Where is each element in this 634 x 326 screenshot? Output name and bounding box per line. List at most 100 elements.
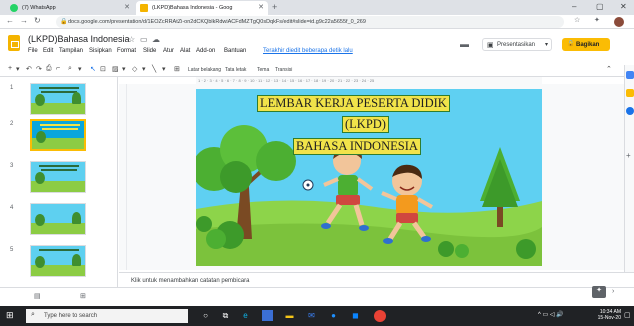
taskbar-clock[interactable]: 10:34 AM 15-Nov-20: [583, 309, 621, 321]
taskbar-search-input[interactable]: ⌕ Type here to search: [26, 309, 188, 323]
system-tray-icons[interactable]: ^ ▭ ◁ 🔊: [538, 311, 564, 318]
speaker-notes-input[interactable]: Klik untuk menambahkan catatan pembicara: [119, 272, 634, 287]
document-title[interactable]: (LKPD)Bahasa Indonesia: [28, 34, 130, 44]
close-tab-icon[interactable]: ✕: [124, 3, 130, 11]
menu-edit[interactable]: Edit: [43, 48, 53, 54]
menu-addons[interactable]: Add-on: [196, 48, 215, 54]
chevron-down-icon[interactable]: ▾: [162, 65, 166, 73]
collapse-toolbar-icon[interactable]: ⌃: [606, 65, 612, 73]
whatsapp-favicon-icon: [10, 4, 18, 12]
task-view-icon[interactable]: ⧉: [220, 310, 231, 321]
menu-slide[interactable]: Slide: [143, 48, 156, 54]
slide-number: 5: [10, 247, 14, 253]
menu-tools[interactable]: Alat: [180, 48, 190, 54]
star-icon[interactable]: ☆: [574, 16, 580, 24]
theme-button[interactable]: Tema: [257, 67, 269, 73]
cortana-icon[interactable]: ○: [200, 310, 211, 321]
slide-thumbnail-2[interactable]: [30, 119, 86, 151]
slides-logo-icon[interactable]: [8, 35, 20, 51]
chevron-down-icon[interactable]: ▾: [142, 65, 146, 73]
last-edit-link[interactable]: Terakhir diedit beberapa detik lalu: [263, 48, 353, 54]
line-icon[interactable]: ╲: [152, 65, 156, 73]
menu-view[interactable]: Tampilan: [59, 48, 83, 54]
move-folder-icon[interactable]: ▭: [140, 35, 148, 44]
slide-number: 1: [10, 85, 14, 91]
lock-icon[interactable]: 🔒: [60, 18, 67, 25]
side-panel: +: [624, 65, 634, 287]
reload-icon[interactable]: ↻: [34, 16, 41, 25]
new-tab-button[interactable]: +: [272, 2, 277, 12]
forward-icon[interactable]: →: [20, 16, 28, 25]
explore-icon[interactable]: ✦: [592, 286, 606, 298]
url-input[interactable]: docs.google.com/presentation/d/1EOZcRRAt…: [56, 16, 564, 28]
slide-thumbnail-1[interactable]: [30, 83, 86, 115]
current-slide[interactable]: LEMBAR KERJA PESERTA DIDIK (LKPD) BAHASA…: [196, 89, 542, 266]
file-explorer-icon[interactable]: ▬: [284, 310, 295, 321]
back-icon[interactable]: ←: [6, 16, 14, 25]
profile-avatar[interactable]: [614, 17, 624, 27]
share-label: Bagikan: [576, 41, 600, 48]
keep-icon[interactable]: [626, 89, 634, 97]
slide-title-line-2[interactable]: (LKPD): [342, 116, 389, 133]
add-addon-icon[interactable]: +: [626, 151, 631, 160]
notification-icon[interactable]: ▢: [624, 311, 631, 319]
close-window-button[interactable]: ✕: [620, 2, 627, 11]
bottom-bar: ▤ ⊞: [0, 287, 634, 306]
edge-icon[interactable]: e: [240, 310, 251, 321]
maximize-button[interactable]: ▢: [596, 2, 604, 11]
tasks-icon[interactable]: [626, 107, 634, 115]
slide-thumbnail-5[interactable]: [30, 245, 86, 277]
minimize-button[interactable]: –: [572, 2, 576, 11]
slide-title-line-1[interactable]: LEMBAR KERJA PESERTA DIDIK: [257, 95, 450, 112]
close-tab-icon[interactable]: ✕: [258, 3, 264, 11]
menu-arrange[interactable]: Atur: [163, 48, 174, 54]
chevron-down-icon[interactable]: ▾: [78, 65, 82, 73]
mail-icon[interactable]: ✉: [306, 310, 317, 321]
comment-history-icon[interactable]: ▬: [460, 39, 469, 49]
filmstrip-view-icon[interactable]: ▤: [34, 292, 41, 300]
slide-number: 4: [10, 205, 14, 211]
background-button[interactable]: Latar belakang: [188, 67, 221, 73]
calendar-icon[interactable]: [626, 71, 634, 79]
share-button[interactable]: 🔒 Bagikan: [562, 38, 610, 51]
undo-icon[interactable]: ↶: [26, 65, 32, 73]
comment-icon[interactable]: ⊞: [174, 65, 180, 73]
star-icon[interactable]: ☆: [128, 35, 135, 44]
image-icon[interactable]: ▨: [112, 65, 119, 73]
tab-slides[interactable]: (LKPD)Bahasa Indonesia - Goog ✕: [136, 1, 268, 15]
print-icon[interactable]: ⎙: [46, 65, 52, 73]
menu-file[interactable]: File: [28, 48, 38, 54]
extension-icon[interactable]: ✦: [594, 16, 600, 24]
new-slide-icon[interactable]: +: [8, 65, 12, 72]
slide-thumbnail-4[interactable]: [30, 203, 86, 235]
present-button[interactable]: ▣ Presentasikan ▾: [482, 38, 552, 51]
zoom-icon[interactable]: ⌕: [68, 65, 72, 73]
layout-button[interactable]: Tata letak: [225, 67, 246, 73]
expand-panel-icon[interactable]: ›: [612, 288, 614, 295]
slide-title-line-3[interactable]: BAHASA INDONESIA: [293, 138, 421, 155]
store-icon[interactable]: [262, 310, 273, 321]
select-cursor-icon[interactable]: ↖: [90, 65, 96, 73]
chevron-down-icon[interactable]: ▾: [16, 65, 20, 73]
zoom-app-icon[interactable]: ◼: [350, 310, 361, 321]
menu-format[interactable]: Format: [117, 48, 136, 54]
textbox-icon[interactable]: ⊡: [100, 65, 106, 73]
redo-icon[interactable]: ↷: [36, 65, 42, 73]
vertical-ruler: [119, 84, 127, 270]
windows-start-icon[interactable]: ⊞: [6, 310, 16, 320]
chrome-icon[interactable]: [374, 310, 386, 322]
menu-insert[interactable]: Sisipkan: [89, 48, 112, 54]
paint-format-icon[interactable]: ⌐: [56, 65, 60, 72]
grid-view-icon[interactable]: ⊞: [80, 292, 86, 300]
tab-whatsapp[interactable]: (7) WhatsApp ✕: [6, 1, 134, 15]
slide-thumbnail-3[interactable]: [30, 161, 86, 193]
horizontal-ruler: 1 · 2 · 3 · 4 · 5 · 6 · 7 · 8 · 9 · 10 ·…: [196, 77, 542, 84]
menu-help[interactable]: Bantuan: [224, 48, 246, 54]
editor-toolbar: + ▾ ↶ ↷ ⎙ ⌐ ⌕ ▾ ↖ ⊡ ▨ ▾ ◇ ▾ ╲ ▾ ⊞ Latar …: [0, 65, 634, 77]
transition-button[interactable]: Transisi: [275, 67, 292, 73]
chevron-down-icon[interactable]: ▾: [545, 41, 548, 48]
app-icon[interactable]: ●: [328, 310, 339, 321]
chevron-down-icon[interactable]: ▾: [122, 65, 126, 73]
address-bar-row: ← → ↻ docs.google.com/presentation/d/1EO…: [0, 15, 634, 29]
shape-icon[interactable]: ◇: [132, 65, 137, 73]
